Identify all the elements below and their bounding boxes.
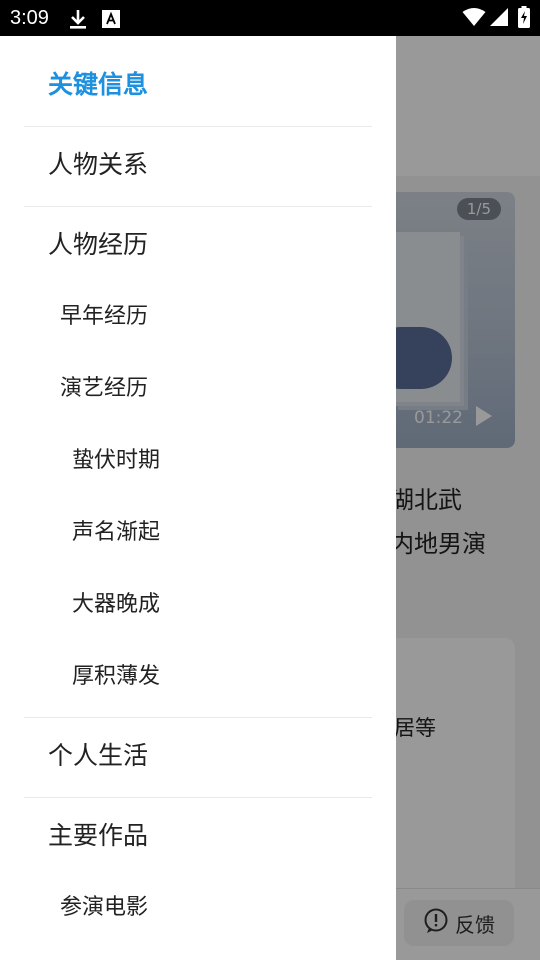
screen: 3:09 1/5 01:22 湖北武 内地男演 居等 反馈 关键信息 人物关系 … [0, 0, 540, 960]
toc-item-early-years[interactable]: 早年经历 [60, 302, 148, 332]
wifi-icon [462, 7, 486, 31]
signal-icon [489, 7, 509, 31]
font-icon [102, 10, 120, 32]
drawer-title[interactable]: 关键信息 [48, 68, 148, 102]
divider [24, 797, 372, 798]
divider [24, 717, 372, 718]
toc-item-experience[interactable]: 人物经历 [48, 228, 148, 262]
status-bar: 3:09 [0, 0, 540, 36]
toc-item-accumulation[interactable]: 厚积薄发 [72, 662, 160, 692]
toc-item-rising-fame[interactable]: 声名渐起 [72, 518, 160, 548]
toc-item-personal-life[interactable]: 个人生活 [48, 739, 148, 773]
toc-item-acting-career[interactable]: 演艺经历 [60, 374, 148, 404]
toc-item-films[interactable]: 参演电影 [60, 893, 148, 923]
toc-item-dormant-period[interactable]: 蛰伏时期 [72, 446, 160, 476]
download-icon [68, 8, 88, 34]
toc-item-relationships[interactable]: 人物关系 [48, 148, 148, 182]
table-of-contents-drawer: 关键信息 人物关系 人物经历 早年经历 演艺经历 蛰伏时期 声名渐起 大器晚成 … [0, 36, 396, 960]
toc-item-major-works[interactable]: 主要作品 [48, 819, 148, 853]
divider [24, 126, 372, 127]
divider [24, 206, 372, 207]
battery-charging-icon [518, 6, 530, 32]
status-time: 3:09 [10, 7, 49, 29]
toc-item-late-bloomer[interactable]: 大器晚成 [72, 590, 160, 620]
